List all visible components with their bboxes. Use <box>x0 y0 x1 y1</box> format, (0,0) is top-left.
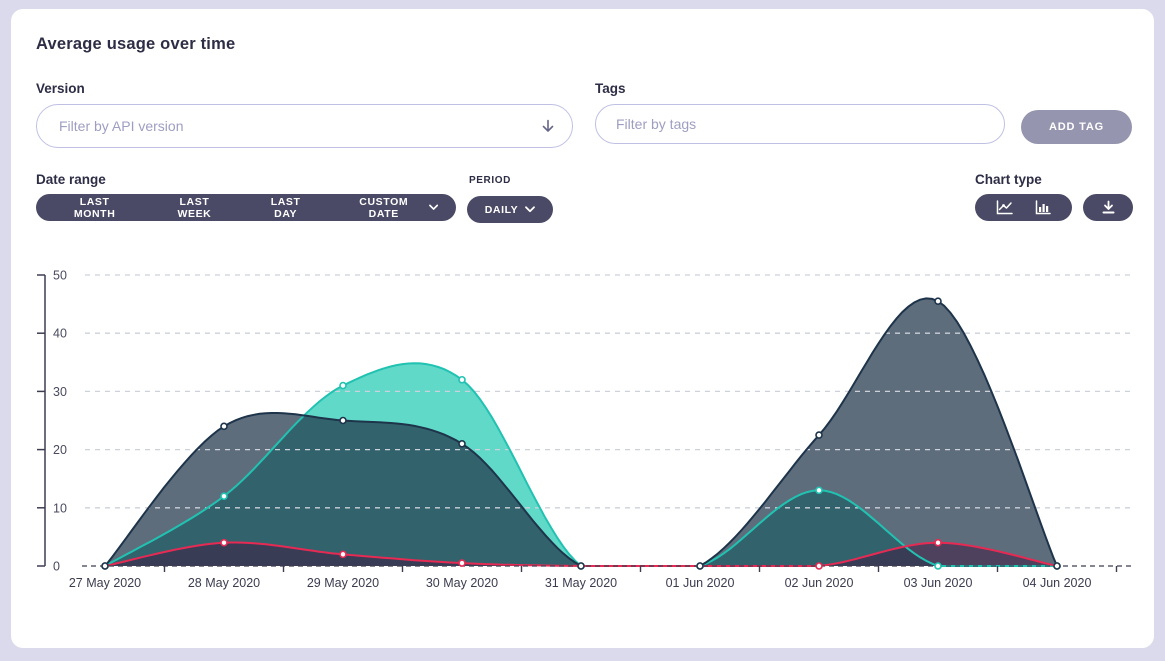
svg-text:28 May 2020: 28 May 2020 <box>188 576 260 590</box>
line-chart-type-button[interactable] <box>988 194 1021 221</box>
date-range-segmented-control: LAST MONTH LAST WEEK LAST DAY CUSTOM DAT… <box>36 194 456 221</box>
svg-text:02 Jun 2020: 02 Jun 2020 <box>785 576 854 590</box>
chart-type-label: Chart type <box>975 172 1133 187</box>
download-control <box>1083 194 1133 221</box>
svg-text:27 May 2020: 27 May 2020 <box>69 576 141 590</box>
period-dropdown-button[interactable]: DAILY <box>481 196 540 223</box>
download-icon <box>1101 200 1116 215</box>
bar-chart-type-button[interactable] <box>1027 194 1059 221</box>
svg-text:30: 30 <box>53 385 67 399</box>
bar-chart-icon <box>1035 200 1051 215</box>
chart-type-group: Chart type <box>975 172 1133 221</box>
svg-text:20: 20 <box>53 443 67 457</box>
period-dropdown[interactable]: DAILY <box>467 196 553 223</box>
version-label: Version <box>36 81 573 96</box>
svg-text:0: 0 <box>53 560 60 574</box>
filter-row-top: Version Tags ADD TAG <box>36 81 1154 148</box>
period-group: PERIOD DAILY <box>467 172 553 223</box>
line-chart-icon <box>996 200 1013 215</box>
last-day-button[interactable]: LAST DAY <box>243 194 329 221</box>
usage-card: Average usage over time Version Tags ADD… <box>11 9 1154 648</box>
chart-type-toggle <box>975 194 1072 221</box>
date-range-label: Date range <box>36 172 456 187</box>
page: { "colors": { "page_bg": "#dadaec", "car… <box>0 0 1165 661</box>
svg-text:31 May 2020: 31 May 2020 <box>545 576 617 590</box>
usage-area-chart: 0 10 20 30 40 50 27 May 2020 28 May 2020 29 May … <box>30 261 1140 593</box>
period-label: PERIOD <box>469 175 553 186</box>
svg-text:03 Jun 2020: 03 Jun 2020 <box>904 576 973 590</box>
tags-label: Tags <box>595 81 1005 96</box>
filter-row-bottom: Date range LAST MONTH LAST WEEK LAST DAY… <box>36 172 1133 223</box>
period-selected-value: DAILY <box>485 204 519 216</box>
svg-text:29 May 2020: 29 May 2020 <box>307 576 379 590</box>
custom-date-label: CUSTOM DATE <box>346 196 422 220</box>
tags-input-wrap <box>595 104 1005 144</box>
add-tag-button[interactable]: ADD TAG <box>1021 110 1132 144</box>
svg-text:30 May 2020: 30 May 2020 <box>426 576 498 590</box>
svg-text:10: 10 <box>53 501 67 515</box>
usage-chart-container: 0 10 20 30 40 50 27 May 2020 28 May 2020 29 May … <box>30 261 1154 598</box>
version-filter-input[interactable] <box>36 104 573 148</box>
svg-text:40: 40 <box>53 327 67 341</box>
version-filter-group: Version <box>36 81 573 148</box>
svg-text:04 Jun 2020: 04 Jun 2020 <box>1023 576 1092 590</box>
tags-filter-input[interactable] <box>595 104 1005 144</box>
svg-text:01 Jun 2020: 01 Jun 2020 <box>666 576 735 590</box>
custom-date-button[interactable]: CUSTOM DATE <box>329 194 456 221</box>
chevron-down-icon <box>525 206 535 213</box>
version-input-wrap <box>36 104 573 148</box>
chevron-down-icon <box>429 204 438 211</box>
download-button[interactable] <box>1093 194 1124 221</box>
last-week-button[interactable]: LAST WEEK <box>146 194 242 221</box>
tags-filter-group: Tags <box>595 81 1005 148</box>
svg-text:50: 50 <box>53 269 67 283</box>
page-title: Average usage over time <box>36 35 1154 54</box>
date-range-group: Date range LAST MONTH LAST WEEK LAST DAY… <box>36 172 456 221</box>
last-month-button[interactable]: LAST MONTH <box>36 194 146 221</box>
chart-type-controls <box>975 194 1133 221</box>
